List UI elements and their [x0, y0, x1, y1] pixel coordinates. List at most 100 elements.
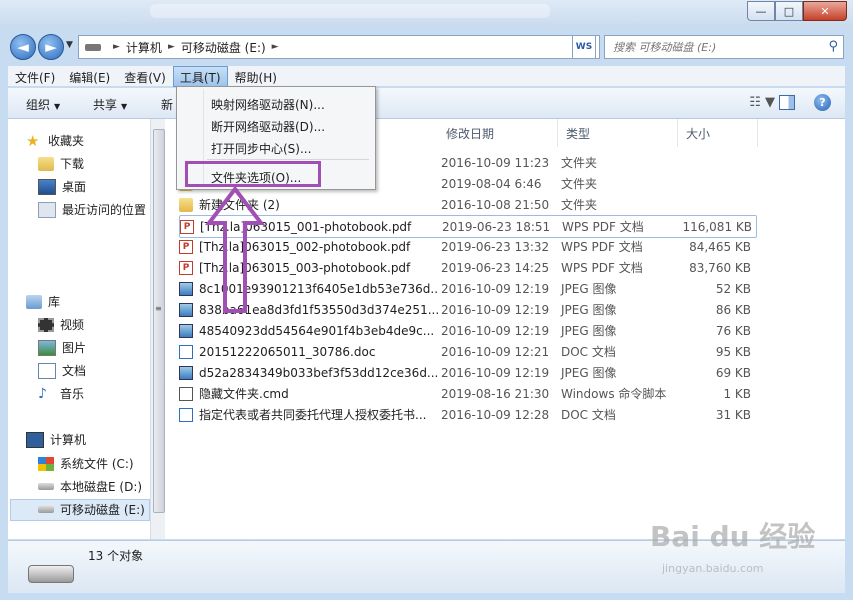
video-icon	[38, 317, 54, 332]
sidebar-item-documents[interactable]: 文档	[38, 362, 86, 379]
file-size: 86 KB	[715, 302, 751, 317]
column-divider[interactable]	[677, 119, 678, 147]
pdf-file-icon: P	[180, 219, 194, 234]
file-type: JPEG 图像	[561, 303, 617, 317]
sidebar-item-music[interactable]: ♪ 音乐	[38, 385, 84, 402]
file-row[interactable]: P [Thz.la]063015_002-photobook.pdf 2019-06…	[179, 236, 755, 257]
file-date: 2016-10-09 12:28	[441, 407, 550, 422]
menu-item-sync-center[interactable]: 打开同步中心(S)...	[211, 140, 311, 157]
cmd-file-icon	[179, 386, 193, 401]
jpg-file-icon	[179, 365, 193, 380]
sidebar-libraries[interactable]: 库	[26, 293, 60, 310]
pictures-icon	[38, 339, 56, 356]
scrollbar-thumb[interactable]	[153, 129, 165, 513]
sidebar-label: 可移动磁盘 (E:)	[60, 503, 145, 517]
pdf-file-icon: P	[179, 239, 193, 254]
file-row[interactable]: 838ba61ea8d3fd1f53550d3d374e251... 2016-1…	[179, 299, 755, 320]
dropdown-icon: ▼	[54, 102, 61, 111]
recent-pages-dropdown-icon[interactable]: ▼	[66, 40, 73, 50]
file-row[interactable]: 新建文件夹 (2) 2016-10-08 21:50 文件夹	[179, 194, 755, 215]
chevron-right-icon[interactable]: ►	[168, 42, 175, 52]
sidebar-item-videos[interactable]: 视频	[38, 316, 84, 333]
column-divider[interactable]	[757, 119, 758, 147]
annotation-arrow	[205, 185, 265, 313]
change-view-icon[interactable]: ☷ ▼	[749, 95, 775, 110]
file-row[interactable]: 隐藏文件夹.cmd 2019-08-16 21:30 Windows 命令脚本 1 K…	[179, 383, 755, 404]
chevron-right-icon[interactable]: ►	[113, 42, 120, 52]
column-divider[interactable]	[557, 119, 558, 147]
library-icon	[26, 294, 42, 309]
menu-view[interactable]: 查看(V)	[117, 66, 173, 86]
file-type: DOC 文档	[561, 408, 616, 422]
file-type: DOC 文档	[561, 345, 616, 359]
menu-tools[interactable]: 工具(T)	[172, 66, 228, 87]
sidebar-item-desktop[interactable]: 桌面	[38, 178, 86, 195]
removable-drive-icon	[38, 506, 54, 513]
file-name: 隐藏文件夹.cmd	[199, 387, 289, 401]
sidebar-computer[interactable]: 计算机	[26, 431, 86, 448]
sidebar-label: 系统文件 (C:)	[60, 457, 134, 471]
column-header-type[interactable]: 类型	[566, 119, 590, 147]
sidebar-item-drive-c[interactable]: 系统文件 (C:)	[38, 455, 134, 472]
address-bar[interactable]: ► 计算机 ► 可移动磁盘 (E:) ► ▼	[78, 35, 600, 59]
help-icon[interactable]: ?	[814, 94, 831, 111]
file-row[interactable]: P [Thz.la]063015_001-photobook.pdf 2019-06…	[179, 215, 757, 238]
back-button[interactable]: ◄	[10, 34, 36, 60]
navigation-pane-scrollbar[interactable]: ≡	[150, 119, 165, 539]
documents-icon	[38, 362, 56, 379]
file-date: 2016-10-09 12:21	[441, 344, 550, 359]
sidebar-favorites[interactable]: ★ 收藏夹	[26, 132, 84, 149]
search-icon[interactable]: ⚲	[828, 39, 838, 54]
file-type: JPEG 图像	[561, 324, 617, 338]
sidebar-item-downloads[interactable]: 下载	[38, 155, 84, 172]
menu-item-disconnect-network-drive[interactable]: 断开网络驱动器(D)...	[211, 118, 325, 135]
sidebar-item-recent[interactable]: 最近访问的位置	[38, 201, 146, 218]
title-bar: — □ ✕	[0, 0, 853, 28]
search-box[interactable]: ⚲	[604, 35, 844, 59]
file-row[interactable]: P [Thz.la]063015_003-photobook.pdf 2019-06…	[179, 257, 755, 278]
menu-file[interactable]: 文件(F)	[8, 66, 62, 86]
column-header-size[interactable]: 大小	[686, 119, 710, 147]
share-button[interactable]: 共享 ▼	[93, 96, 127, 113]
sidebar-item-drive-d[interactable]: 本地磁盘E (D:)	[38, 478, 142, 495]
search-input[interactable]	[611, 39, 815, 55]
hard-drive-icon	[38, 483, 54, 490]
file-row[interactable]: d52a2834349b033bef3f53dd12ce36d... 2016-1…	[179, 362, 755, 383]
forward-button[interactable]: ►	[38, 34, 64, 60]
refresh-button[interactable]: WS	[572, 35, 596, 59]
file-type: 文件夹	[561, 198, 598, 212]
file-size: 95 KB	[715, 344, 751, 359]
file-type: 文件夹	[561, 177, 598, 191]
sidebar-item-drive-e[interactable]: 可移动磁盘 (E:)	[38, 501, 145, 518]
new-folder-button[interactable]: 新	[161, 96, 173, 113]
organize-button[interactable]: 组织 ▼	[26, 96, 60, 113]
file-row[interactable]: 指定代表或者共同委托代理人授权委托书... 2016-10-09 12:28 DOC…	[179, 404, 755, 425]
file-type: WPS PDF 文档	[561, 261, 643, 275]
sidebar-label: 收藏夹	[48, 134, 85, 148]
sidebar-item-pictures[interactable]: 图片	[38, 339, 86, 356]
file-type: JPEG 图像	[561, 366, 617, 380]
preview-pane-icon[interactable]	[779, 95, 795, 110]
menu-help[interactable]: 帮助(H)	[228, 66, 284, 86]
breadcrumb-computer[interactable]: 计算机	[126, 39, 162, 56]
column-header-date[interactable]: 修改日期	[446, 119, 494, 147]
dropdown-icon: ▼	[121, 102, 128, 111]
folder-file-icon	[179, 197, 193, 212]
file-row[interactable]: 8c1001e93901213f6405e1db53e736d... 2016-1…	[179, 278, 755, 299]
file-type: WPS PDF 文档	[561, 240, 643, 254]
breadcrumb-removable-disk[interactable]: 可移动磁盘 (E:)	[181, 39, 266, 56]
menu-item-map-network-drive[interactable]: 映射网络驱动器(N)...	[211, 96, 325, 113]
file-type: WPS PDF 文档	[562, 220, 644, 234]
file-date: 2019-06-23 18:51	[442, 219, 551, 234]
minimize-button[interactable]: —	[747, 1, 775, 21]
star-icon: ★	[26, 131, 40, 150]
menu-separator	[207, 159, 369, 160]
close-button[interactable]: ✕	[803, 1, 847, 21]
menu-edit[interactable]: 编辑(E)	[62, 66, 117, 86]
file-row[interactable]: 48540923dd54564e901f4b3eb4de9c... 2016-10…	[179, 320, 755, 341]
chevron-right-icon[interactable]: ►	[272, 42, 279, 52]
file-name: 20151222065011_30786.doc	[199, 344, 376, 359]
maximize-button[interactable]: □	[775, 1, 803, 21]
organize-label: 组织	[26, 98, 51, 112]
file-row[interactable]: 20151222065011_30786.doc 2016-10-09 12:21…	[179, 341, 755, 362]
